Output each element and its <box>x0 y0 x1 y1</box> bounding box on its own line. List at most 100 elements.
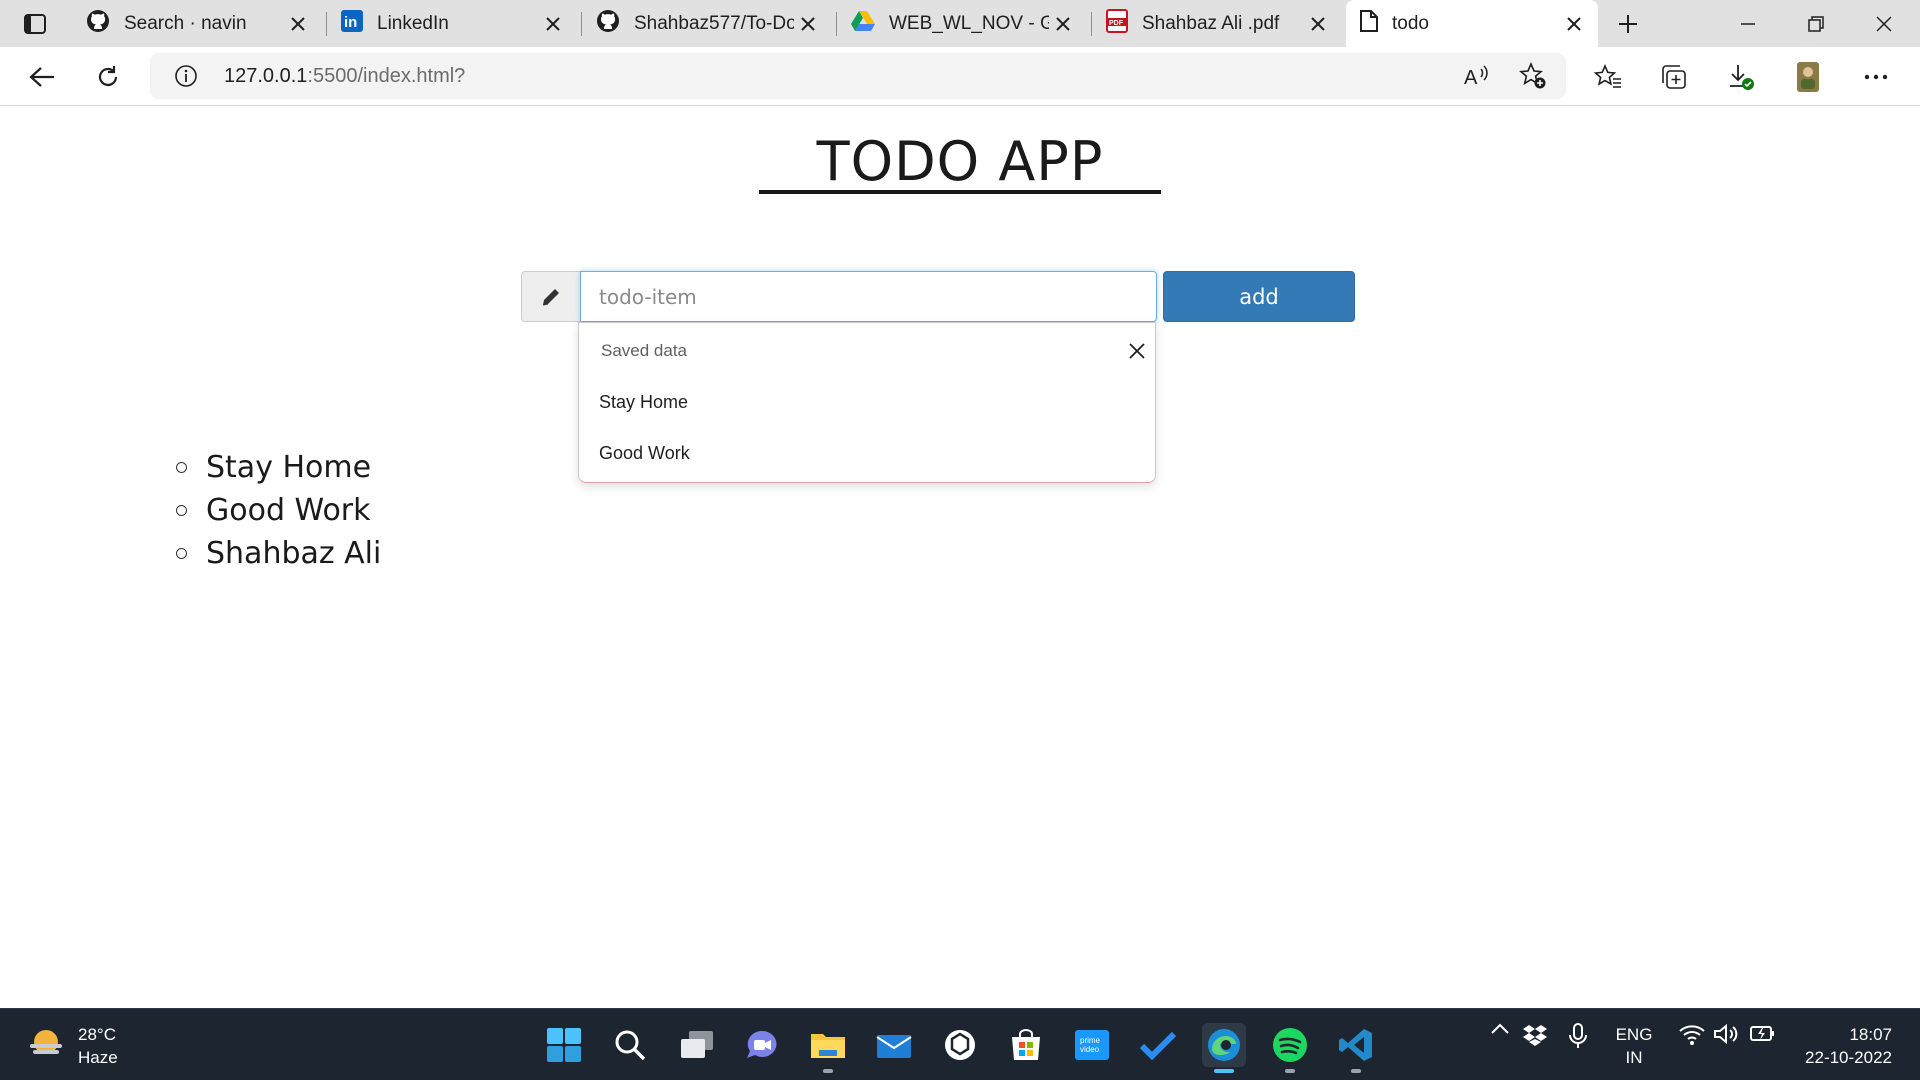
close-tab-icon[interactable] <box>541 12 565 36</box>
tab-github-repo[interactable]: Shahbaz577/To-Do <box>582 8 832 40</box>
svg-text:prime: prime <box>1080 1036 1101 1045</box>
dropbox-icon[interactable] <box>1521 1023 1549 1047</box>
more-menu-icon[interactable] <box>1856 57 1896 97</box>
close-tab-icon[interactable] <box>1562 12 1586 36</box>
read-aloud-icon[interactable]: A <box>1463 62 1491 90</box>
tab-linkedin[interactable]: in LinkedIn <box>327 8 577 40</box>
tab-title: Shahbaz Ali .pdf <box>1142 13 1280 34</box>
tab-title: todo <box>1392 12 1429 34</box>
todo-input-group: add <box>521 271 1355 322</box>
profile-avatar[interactable] <box>1788 57 1828 97</box>
list-bullet <box>176 548 187 559</box>
search-icon[interactable] <box>608 1023 652 1067</box>
microsoft-store-icon[interactable] <box>1004 1023 1048 1067</box>
close-tab-icon[interactable] <box>1306 12 1330 36</box>
tab-search-navin[interactable]: Search · navin <box>72 8 322 40</box>
autofill-suggestion[interactable]: Stay Home <box>579 380 1155 424</box>
new-tab-button[interactable] <box>1612 8 1644 40</box>
restore-button[interactable] <box>1782 0 1850 47</box>
minimize-button[interactable] <box>1714 0 1782 47</box>
weather-haze-icon <box>26 1026 66 1067</box>
github-icon <box>596 9 620 39</box>
autofill-header: Saved data <box>601 341 688 360</box>
url-rest: :5500/index.html? <box>307 65 466 87</box>
spotify-icon[interactable] <box>1268 1023 1312 1073</box>
svg-text:PDF: PDF <box>1109 20 1124 27</box>
vscode-icon[interactable] <box>1334 1023 1378 1073</box>
mail-icon[interactable] <box>872 1023 916 1067</box>
svg-text:video: video <box>1080 1045 1100 1054</box>
show-hidden-icons-chevron[interactable] <box>1487 1023 1513 1035</box>
linkedin-icon: in <box>341 10 363 38</box>
back-button[interactable] <box>22 57 62 97</box>
close-tab-icon[interactable] <box>796 12 820 36</box>
tab-todo[interactable]: todo <box>1346 0 1598 47</box>
volume-icon[interactable] <box>1712 1023 1742 1045</box>
todo-item: Shahbaz Ali <box>170 532 381 575</box>
battery-icon[interactable] <box>1748 1023 1778 1043</box>
autofill-suggestion[interactable]: Good Work <box>579 431 1155 475</box>
prime-video-icon[interactable]: prime video <box>1070 1023 1114 1067</box>
tab-pdf[interactable]: PDF Shahbaz Ali .pdf <box>1092 8 1342 40</box>
running-indicator <box>823 1069 833 1073</box>
weather-temp: 28°C <box>78 1025 116 1044</box>
taskbar: 28°C Haze prime video ENG IN 18:07 22-10… <box>0 1008 1920 1080</box>
tab-google-drive[interactable]: WEB_WL_NOV - Go <box>837 8 1087 40</box>
tab-title: WEB_WL_NOV - Go <box>889 13 1049 34</box>
todo-input[interactable] <box>580 271 1157 322</box>
autofill-dropdown: Saved data Stay Home Good Work <box>578 322 1156 483</box>
todo-item-text: Shahbaz Ali <box>206 536 382 571</box>
file-explorer-icon[interactable] <box>806 1023 850 1073</box>
teams-chat-icon[interactable] <box>740 1023 784 1067</box>
github-icon <box>86 9 110 39</box>
close-tab-icon[interactable] <box>1051 12 1075 36</box>
start-icon[interactable] <box>542 1023 586 1067</box>
google-drive-icon <box>851 10 875 38</box>
clock-time: 18:07 <box>1849 1025 1892 1044</box>
close-tab-icon[interactable] <box>286 12 310 36</box>
info-icon[interactable] <box>174 64 198 88</box>
tab-title: Shahbaz577/To-Do <box>634 13 794 34</box>
title-underline <box>759 190 1161 194</box>
list-bullet <box>176 462 187 473</box>
pdf-icon: PDF <box>1106 9 1128 39</box>
page-title: TODO APP <box>816 130 1104 193</box>
tab-strip: Search · navin in LinkedIn Shahbaz577/To… <box>0 0 1920 47</box>
active-indicator <box>1214 1069 1234 1073</box>
running-indicator <box>1351 1069 1361 1073</box>
chatgpt-icon[interactable] <box>938 1023 982 1067</box>
close-window-button[interactable] <box>1850 0 1918 47</box>
todo-list: Stay Home Good Work Shahbaz Ali <box>170 446 381 575</box>
task-view-icon[interactable] <box>675 1023 719 1067</box>
url-host: 127.0.0.1 <box>224 65 308 87</box>
collections-icon[interactable] <box>1654 57 1694 97</box>
list-bullet <box>176 505 187 516</box>
close-icon[interactable] <box>1125 339 1149 363</box>
todo-item-text: Good Work <box>206 493 371 528</box>
todo-item-text: Stay Home <box>206 450 372 485</box>
language-code: ENG <box>1615 1025 1653 1044</box>
tab-actions-icon[interactable] <box>14 8 56 40</box>
favorites-icon[interactable] <box>1588 57 1628 97</box>
todo-item: Stay Home <box>170 446 381 489</box>
system-clock[interactable]: 18:07 22-10-2022 <box>1780 1023 1892 1069</box>
address-bar[interactable]: 127.0.0.1:5500/index.html? A <box>150 53 1566 99</box>
todo-app-icon[interactable] <box>1136 1023 1180 1067</box>
microphone-icon[interactable] <box>1565 1023 1591 1049</box>
add-favorite-icon[interactable] <box>1519 62 1547 90</box>
running-indicator <box>1285 1069 1295 1073</box>
pencil-icon <box>521 271 581 322</box>
svg-text:in: in <box>344 14 357 31</box>
url-text[interactable]: 127.0.0.1:5500/index.html? <box>224 65 465 88</box>
add-button[interactable]: add <box>1163 271 1355 322</box>
downloads-icon[interactable] <box>1721 57 1761 97</box>
navigation-bar: 127.0.0.1:5500/index.html? A <box>0 47 1920 106</box>
todo-item: Good Work <box>170 489 381 532</box>
edge-icon[interactable] <box>1202 1023 1246 1073</box>
wifi-icon[interactable] <box>1677 1023 1707 1045</box>
weather-desc: Haze <box>78 1048 118 1067</box>
weather-widget[interactable]: 28°C Haze <box>26 1023 118 1069</box>
tab-title: Search · navin <box>124 13 247 34</box>
language-indicator[interactable]: ENG IN <box>1606 1023 1662 1069</box>
refresh-button[interactable] <box>88 57 128 97</box>
